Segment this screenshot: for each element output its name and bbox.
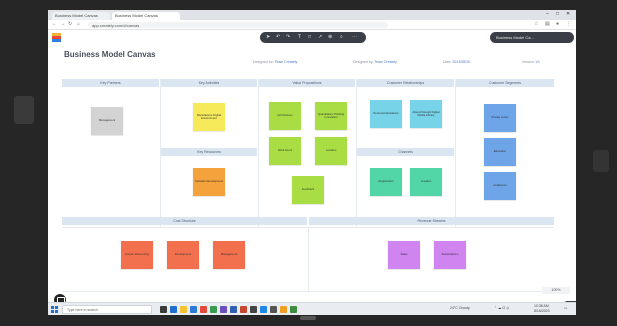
app-icon[interactable] <box>290 306 297 313</box>
os-taskbar: Type here to search 24°C Cloudy ⌃ ☁ ⊡ ◎ … <box>48 302 576 315</box>
meta-version: Version: V1 <box>522 60 540 64</box>
sticky-note[interactable]: Personal Assistance <box>370 100 402 128</box>
meta-date: Date: 2023/08/16 <box>443 60 470 64</box>
app-icon[interactable] <box>280 306 287 313</box>
header-customer-relationships[interactable]: Customer Relationships <box>357 79 454 87</box>
header-customer-segments[interactable]: Customer Segments <box>456 79 554 87</box>
connector-icon[interactable]: ↗ <box>318 34 322 40</box>
zoom-level[interactable]: 100% <box>542 287 570 294</box>
grid-divider <box>455 79 456 227</box>
clock-time[interactable]: 10:38 AM <box>534 304 549 308</box>
redo-icon[interactable]: ↷ <box>286 34 290 40</box>
browser-tabstrip: Business Model Canvas Business Model Can… <box>48 10 576 20</box>
close-icon[interactable]: ✕ <box>566 11 570 17</box>
app-icon[interactable] <box>260 306 267 313</box>
header-key-activities[interactable]: Key Activities <box>161 79 257 87</box>
url-field[interactable]: app.creately.com/d/canvas <box>88 22 388 28</box>
forward-icon[interactable]: → <box>60 21 65 27</box>
meta-designed-by: Designed by: Team Creately <box>353 60 397 64</box>
powerpoint-icon[interactable] <box>240 306 247 313</box>
screen: Business Model Canvas Business Model Can… <box>48 10 576 315</box>
browser-tab-active[interactable]: Business Model Canvas <box>112 12 180 20</box>
sticky-note[interactable]: Subscriptions <box>434 241 466 269</box>
tray-icons[interactable]: ⌃ ☁ ⊡ ◎ <box>494 306 509 310</box>
back-icon[interactable]: ← <box>52 21 57 27</box>
bezel-sensor-left <box>14 96 34 124</box>
windows-start-icon[interactable] <box>51 306 58 313</box>
sticky-note[interactable]: Attend through Digital Media Library <box>410 100 442 128</box>
sticky-note[interactable]: Feedback <box>292 176 324 204</box>
sticky-note[interactable]: Private sector <box>484 104 516 132</box>
minimize-icon[interactable]: – <box>546 11 549 17</box>
chrome-icon[interactable] <box>200 306 207 313</box>
weather-widget[interactable]: 24°C Cloudy <box>450 306 470 310</box>
bookmark-icon[interactable]: ☆ <box>534 21 538 27</box>
monitor-brand-badge <box>300 316 316 320</box>
sticky-note[interactable]: Gift Delivery <box>269 102 301 130</box>
sticky-note[interactable]: Software Development <box>193 168 225 196</box>
sticky-note[interactable]: Work hours <box>269 137 301 165</box>
sticky-note[interactable]: Education <box>484 138 516 166</box>
pointer-icon[interactable]: ➤ <box>266 34 270 40</box>
clock-date[interactable]: 8/16/2023 <box>534 309 550 313</box>
header-key-partners[interactable]: Key Partners <box>62 79 159 87</box>
word-icon[interactable] <box>230 306 237 313</box>
edge-icon[interactable] <box>170 306 177 313</box>
excel-icon[interactable] <box>210 306 217 313</box>
canvas-app: ➤ ↶ ↷ T □ ↗ ⊕ ⌕ ⋯ Business Model Ca... B… <box>48 30 576 309</box>
sticky-note[interactable]: Registration <box>370 168 402 196</box>
app-icon[interactable] <box>270 306 277 313</box>
shape-icon[interactable]: □ <box>308 34 311 40</box>
taskbar-search-input[interactable]: Type here to search <box>62 305 152 314</box>
sticky-note[interactable]: Audiences <box>484 172 516 200</box>
header-value-propositions[interactable]: Value Propositions <box>259 79 355 87</box>
sticky-note[interactable]: Management <box>91 107 123 135</box>
grid-divider <box>62 227 554 228</box>
sticky-note[interactable]: Human Resourcing <box>121 241 153 269</box>
home-icon[interactable]: ⌂ <box>77 21 80 27</box>
canvas-title[interactable]: Business Model Canvas <box>64 50 156 59</box>
share-button[interactable]: Business Model Ca... <box>490 32 574 43</box>
task-view-icon[interactable] <box>160 306 167 313</box>
file-explorer-icon[interactable] <box>180 306 187 313</box>
sticky-note[interactable]: Development <box>167 241 199 269</box>
text-icon[interactable]: T <box>298 34 301 40</box>
grid-divider <box>308 227 309 291</box>
monitor-bezel: Business Model Canvas Business Model Can… <box>0 0 617 326</box>
sticky-note[interactable]: Location <box>315 137 347 165</box>
meta-designed-for: Designed for: Team Creately <box>253 60 298 64</box>
browser-address-bar: ← → ↻ ⌂ app.creately.com/d/canvas ☆ ▤ ● … <box>48 20 576 30</box>
header-channels[interactable]: Channels <box>357 148 454 156</box>
sticky-note[interactable]: Management <box>213 241 245 269</box>
bezel-sensor-right <box>593 150 609 172</box>
header-key-resources[interactable]: Key Resources <box>161 148 257 156</box>
more-icon[interactable]: ⋯ <box>352 34 357 40</box>
sticky-note[interactable]: Quantitative Thinking Innovation <box>315 102 347 130</box>
header-cost-structure[interactable]: Cost Structure <box>62 217 307 225</box>
main-toolbar: ➤ ↶ ↷ T □ ↗ ⊕ ⌕ ⋯ <box>260 32 366 43</box>
app-icon[interactable] <box>250 306 257 313</box>
undo-icon[interactable]: ↶ <box>276 34 280 40</box>
zoom-icon[interactable]: ⊕ <box>328 34 332 40</box>
grid-divider <box>62 291 554 292</box>
maximize-icon[interactable]: □ <box>556 11 559 17</box>
browser-tab[interactable]: Business Model Canvas <box>52 12 110 20</box>
sticky-note[interactable]: Manufacture Digital Environment <box>193 103 225 131</box>
browser-menu-icon[interactable]: ⋮ <box>566 21 571 27</box>
profile-icon[interactable]: ● <box>556 21 559 27</box>
mail-icon[interactable] <box>190 306 197 313</box>
notifications-icon[interactable]: ▭ <box>564 306 567 310</box>
extensions-icon[interactable]: ▤ <box>545 21 550 27</box>
sticky-note[interactable]: Sales <box>388 241 420 269</box>
sticky-note[interactable]: Location <box>410 168 442 196</box>
teams-icon[interactable] <box>220 306 227 313</box>
app-logo-icon[interactable] <box>52 33 61 42</box>
header-revenue-streams[interactable]: Revenue Streams <box>309 217 554 225</box>
search-icon[interactable]: ⌕ <box>340 34 343 40</box>
grid-divider <box>258 79 259 227</box>
reload-icon[interactable]: ↻ <box>68 21 72 27</box>
